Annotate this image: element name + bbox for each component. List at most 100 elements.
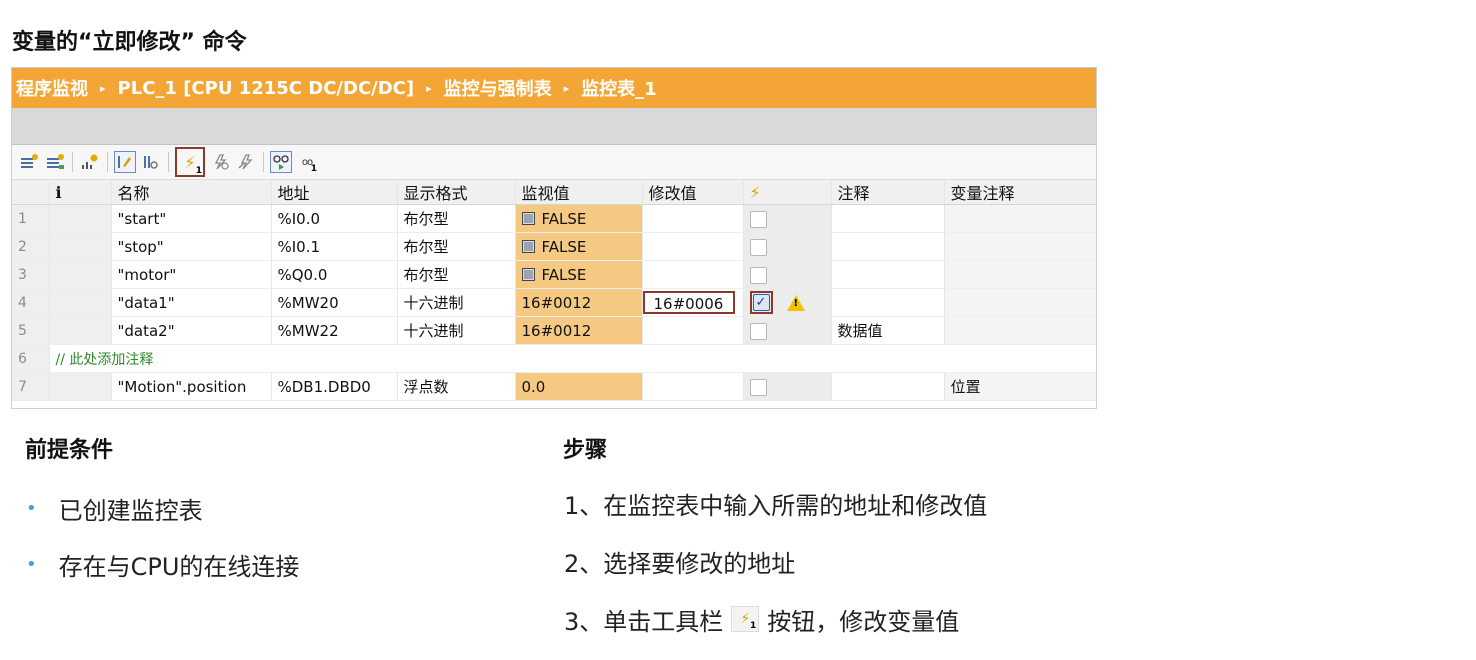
list-item-text: 已创建监控表 <box>58 496 203 525</box>
modify-checkbox[interactable]: ✓ <box>752 294 770 311</box>
table-row[interactable]: 4 "data1" %MW20 十六进制 16#0012 16#0006 ✓! <box>12 288 1096 317</box>
breadcrumb-separator-icon: ▸ <box>563 81 570 95</box>
column-header-display-format[interactable]: 显示格式 <box>397 180 516 205</box>
force-icon[interactable] <box>235 151 257 173</box>
modify-value-cell[interactable] <box>642 372 744 401</box>
modify-checkbox[interactable] <box>749 322 767 340</box>
name-cell[interactable]: "data1" <box>111 288 272 317</box>
modify-now-icon[interactable]: ⚡ 1 <box>175 147 205 177</box>
address-cell[interactable]: %DB1.DBD0 <box>271 372 398 401</box>
display-format-cell[interactable]: 布尔型 <box>397 260 516 289</box>
modify-checkbox[interactable] <box>749 210 767 228</box>
modify-value-cell[interactable] <box>642 316 744 345</box>
modify-checkbox[interactable] <box>749 378 767 396</box>
breadcrumb-separator-icon: ▸ <box>100 81 106 95</box>
address-cell[interactable]: %Q0.0 <box>271 260 398 289</box>
variable-comment-cell <box>944 204 1096 233</box>
modify-enable-cell <box>743 232 832 261</box>
modify-value-cell[interactable] <box>642 260 744 289</box>
name-cell[interactable]: "Motion".position <box>111 372 272 401</box>
breadcrumb-item-plc[interactable]: PLC_1 [CPU 1215C DC/DC/DC] <box>118 78 415 99</box>
bullet-icon: • <box>26 497 37 519</box>
comment-cell[interactable] <box>831 260 945 289</box>
comment-line[interactable]: // 此处添加注释 <box>49 344 1096 373</box>
insert-row-icon[interactable] <box>18 151 40 173</box>
comment-cell[interactable] <box>831 372 945 401</box>
variable-comment-cell <box>944 288 1096 317</box>
column-header-modify-enable[interactable]: ⚡ <box>743 180 832 205</box>
monitor-value-text: FALSE <box>541 209 587 228</box>
address-cell[interactable]: %I0.0 <box>271 204 398 233</box>
monitor-icon[interactable] <box>140 151 162 173</box>
list-item: 3、单击工具栏 ⚡ 1 按钮，修改变量值 <box>564 590 987 648</box>
modify-value-cell[interactable]: 16#0006 <box>642 288 744 317</box>
breadcrumb-item-watch-table-1[interactable]: 监控表_1 <box>581 75 657 101</box>
info-cell <box>49 316 112 345</box>
list-item-text: 存在与CPU的在线连接 <box>58 552 300 581</box>
table-row[interactable]: 5 "data2" %MW22 十六进制 16#0012 数据值 <box>12 316 1096 345</box>
table-row[interactable]: 7 "Motion".position %DB1.DBD0 浮点数 0.0 位置 <box>12 372 1096 401</box>
comment-cell[interactable] <box>831 232 945 261</box>
add-row-icon[interactable] <box>44 151 66 173</box>
table-row[interactable]: 2 "stop" %I0.1 布尔型 FALSE <box>12 232 1096 261</box>
comment-cell[interactable] <box>831 288 945 317</box>
modify-enable-cell <box>743 316 832 345</box>
display-format-cell[interactable]: 十六进制 <box>397 288 516 317</box>
monitor-all-icon[interactable] <box>270 151 292 173</box>
display-format-cell[interactable]: 布尔型 <box>397 232 516 261</box>
table-row[interactable]: 3 "motor" %Q0.0 布尔型 FALSE <box>12 260 1096 289</box>
steps-heading: 步骤 <box>563 438 608 463</box>
table-row[interactable]: 1 "start" %I0.0 布尔型 FALSE <box>12 204 1096 233</box>
name-cell[interactable]: "start" <box>111 204 272 233</box>
toolbar-separator <box>72 152 73 172</box>
table-row[interactable]: 6 // 此处添加注释 <box>12 344 1096 373</box>
header-band <box>12 108 1096 145</box>
display-format-cell[interactable]: 布尔型 <box>397 204 516 233</box>
list-item: • 存在与CPU的在线连接 <box>26 536 299 592</box>
address-cell[interactable]: %I0.1 <box>271 232 398 261</box>
page-title: 变量的“立即修改” 命令 <box>12 30 247 55</box>
update-icon[interactable] <box>79 151 101 173</box>
modify-checkbox[interactable] <box>749 238 767 256</box>
glasses-sub-label: 1 <box>310 164 317 174</box>
modify-trigger-icon[interactable] <box>209 151 231 173</box>
address-cell[interactable]: %MW22 <box>271 316 398 345</box>
name-cell[interactable]: "data2" <box>111 316 272 345</box>
monitor-once-icon[interactable]: oo 1 <box>296 151 318 175</box>
column-header-info[interactable]: i <box>49 180 112 205</box>
column-header-monitor-value[interactable]: 监视值 <box>515 180 643 205</box>
monitor-value-cell: 16#0012 <box>515 316 643 345</box>
modify-enable-cell <box>743 204 832 233</box>
breadcrumb-item-program-monitor[interactable]: 程序监视 <box>16 75 88 101</box>
watch-table-panel: 程序监视 ▸ PLC_1 [CPU 1215C DC/DC/DC] ▸ 监控与强… <box>11 67 1097 409</box>
address-cell[interactable]: %MW20 <box>271 288 398 317</box>
info-cell <box>49 288 112 317</box>
breadcrumb-item-watch-force-tables[interactable]: 监控与强制表 <box>444 75 552 101</box>
modify-value-input[interactable]: 16#0006 <box>642 291 735 314</box>
info-cell <box>49 260 112 289</box>
variable-comment-cell <box>944 232 1096 261</box>
display-format-cell[interactable]: 浮点数 <box>397 372 516 401</box>
column-header-variable-comment[interactable]: 变量注释 <box>944 180 1096 205</box>
column-header-modify-value[interactable]: 修改值 <box>642 180 744 205</box>
modify-value-cell[interactable] <box>642 204 744 233</box>
name-cell[interactable]: "motor" <box>111 260 272 289</box>
comment-cell[interactable] <box>831 204 945 233</box>
monitor-value-text: FALSE <box>541 265 587 284</box>
column-header-comment[interactable]: 注释 <box>831 180 945 205</box>
column-header-name[interactable]: 名称 <box>111 180 272 205</box>
breadcrumb: 程序监视 ▸ PLC_1 [CPU 1215C DC/DC/DC] ▸ 监控与强… <box>12 68 1096 108</box>
modify-value-cell[interactable] <box>642 232 744 261</box>
info-cell <box>49 204 112 233</box>
row-number: 3 <box>12 260 50 289</box>
display-format-icon[interactable] <box>114 151 136 173</box>
modify-checkbox[interactable] <box>749 266 767 284</box>
column-header-address[interactable]: 地址 <box>271 180 398 205</box>
display-format-cell[interactable]: 十六进制 <box>397 316 516 345</box>
modify-enable-cell <box>743 260 832 289</box>
bolt-icon: ⚡ <box>749 182 761 202</box>
name-cell[interactable]: "stop" <box>111 232 272 261</box>
list-item-text: 3、单击工具栏 <box>564 607 724 636</box>
comment-cell[interactable]: 数据值 <box>831 316 945 345</box>
list-item: • 已创建监控表 <box>26 480 299 536</box>
